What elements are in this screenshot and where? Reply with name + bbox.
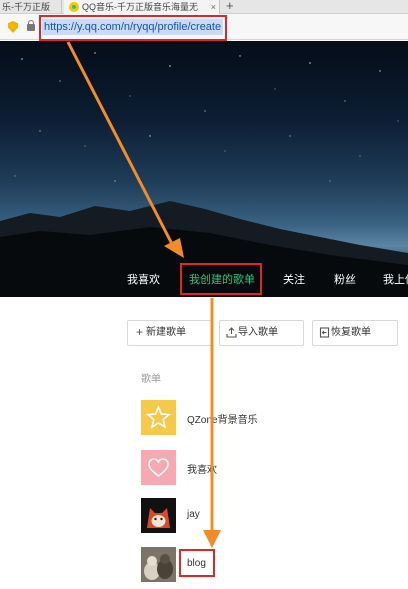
tab-uploads[interactable]: 我上传 xyxy=(383,271,408,287)
new-playlist-label: 新建歌单 xyxy=(146,327,186,338)
playlist-name[interactable]: jay xyxy=(187,509,200,520)
night-sky-illustration xyxy=(0,52,408,297)
section-heading: 歌单 xyxy=(141,374,161,385)
playlist-cover[interactable] xyxy=(141,400,176,435)
shield-icon[interactable] xyxy=(8,21,18,33)
lock-icon[interactable] xyxy=(27,20,35,31)
new-playlist-button[interactable]: + 新建歌单 xyxy=(127,320,212,346)
heart-icon xyxy=(148,458,169,478)
profile-hero-banner xyxy=(0,41,408,297)
restore-playlist-button[interactable]: 恢复歌单 xyxy=(312,320,398,346)
playlist-item[interactable]: QZone背景音乐 xyxy=(141,400,401,436)
restore-icon xyxy=(319,327,330,338)
tab-following[interactable]: 关注 xyxy=(283,271,305,287)
import-playlist-label: 导入歌单 xyxy=(238,327,278,338)
browser-tab-active[interactable]: QQ音乐-千万正版音乐海量无 × xyxy=(64,0,220,14)
blog-highlight-box xyxy=(179,549,215,577)
nav-highlight-box xyxy=(180,263,262,295)
plus-icon: + xyxy=(135,325,143,339)
browser-tab[interactable]: 乐-千万正版 xyxy=(0,0,62,14)
browser-tab-strip: 乐-千万正版 QQ音乐-千万正版音乐海量无 × + xyxy=(0,0,408,14)
fox-avatar-icon xyxy=(147,508,170,528)
tab-close-icon[interactable]: × xyxy=(211,0,216,14)
cats-photo-icon xyxy=(141,547,176,582)
url-highlight-box xyxy=(39,15,227,41)
tab-title: 乐-千万正版 xyxy=(2,2,50,12)
restore-playlist-label: 恢复歌单 xyxy=(331,327,371,338)
qq-music-favicon-icon xyxy=(69,2,79,12)
new-tab-button[interactable]: + xyxy=(226,0,234,13)
tab-liked[interactable]: 我喜欢 xyxy=(127,271,160,287)
upload-icon xyxy=(226,327,237,338)
playlist-cover[interactable] xyxy=(141,450,176,485)
import-playlist-button[interactable]: 导入歌单 xyxy=(219,320,304,346)
playlist-name[interactable]: 我喜欢 xyxy=(187,461,217,476)
playlist-item[interactable]: jay xyxy=(141,498,401,534)
playlist-cover[interactable] xyxy=(141,547,176,582)
tab-title: QQ音乐-千万正版音乐海量无 xyxy=(82,2,198,12)
playlist-name[interactable]: QZone背景音乐 xyxy=(187,411,258,426)
star-icon xyxy=(145,404,172,429)
playlist-item[interactable]: 我喜欢 xyxy=(141,450,401,486)
tab-followers[interactable]: 粉丝 xyxy=(334,271,356,287)
playlist-cover[interactable] xyxy=(141,498,176,533)
